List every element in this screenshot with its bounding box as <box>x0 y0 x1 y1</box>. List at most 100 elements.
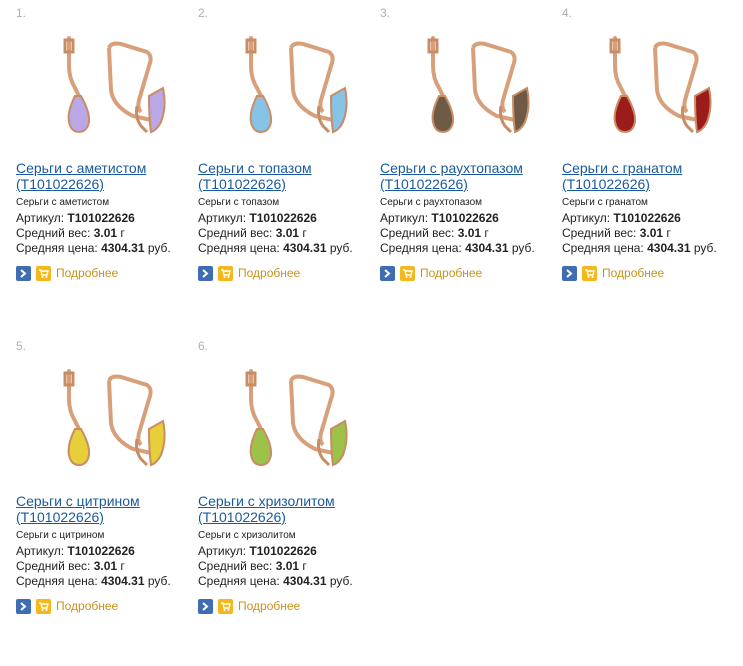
price-currency: руб. <box>329 574 353 588</box>
product-title: Серьги с аметистом <box>16 160 147 176</box>
product-title-link[interactable]: Серьги с аметистом (T101022626) <box>16 160 196 192</box>
card-actions: Подробнее <box>380 265 482 281</box>
weight-unit: г <box>484 226 489 240</box>
article-label: Артикул: <box>198 544 247 558</box>
cart-icon <box>39 268 49 278</box>
product-title-article: (T101022626) <box>16 176 104 192</box>
product-subtitle: Серьги с аметистом <box>16 197 110 208</box>
add-to-cart-button[interactable] <box>36 598 51 614</box>
details-arrow-button[interactable] <box>562 265 577 281</box>
add-to-cart-button[interactable] <box>400 265 415 281</box>
article-line: Артикул: T101022626 <box>198 544 317 558</box>
weight-unit: г <box>120 559 125 573</box>
price-currency: руб. <box>329 241 353 255</box>
weight-value: 3.01 <box>93 559 118 573</box>
add-to-cart-button[interactable] <box>36 265 51 281</box>
product-subtitle: Серьги с гранатом <box>562 197 648 208</box>
details-arrow-button[interactable] <box>198 598 213 614</box>
product-title-link[interactable]: Серьги с раухтопазом (T101022626) <box>380 160 560 192</box>
article-value: T101022626 <box>249 211 317 225</box>
price-value: 4304.31 <box>101 241 145 255</box>
card-actions: Подробнее <box>562 265 664 281</box>
weight-unit: г <box>120 226 125 240</box>
price-line: Средняя цена: 4304.31 руб. <box>562 241 717 255</box>
product-title: Серьги с топазом <box>198 160 312 176</box>
price-line: Средняя цена: 4304.31 руб. <box>380 241 535 255</box>
cart-icon <box>39 601 49 611</box>
article-line: Артикул: T101022626 <box>380 211 499 225</box>
earrings-photo[interactable] <box>211 26 371 146</box>
earrings-photo[interactable] <box>393 26 553 146</box>
more-link[interactable]: Подробнее <box>56 266 118 280</box>
earrings-photo[interactable] <box>211 359 371 479</box>
weight-line: Средний вес: 3.01 г <box>198 226 307 240</box>
cart-icon <box>403 268 413 278</box>
weight-line: Средний вес: 3.01 г <box>562 226 671 240</box>
price-currency: руб. <box>511 241 535 255</box>
details-arrow-button[interactable] <box>16 598 31 614</box>
chevron-right-icon <box>384 268 391 278</box>
weight-line: Средний вес: 3.01 г <box>380 226 489 240</box>
card-actions: Подробнее <box>198 265 300 281</box>
product-title-article: (T101022626) <box>198 509 286 525</box>
add-to-cart-button[interactable] <box>582 265 597 281</box>
product-title-link[interactable]: Серьги с цитрином (T101022626) <box>16 493 196 525</box>
add-to-cart-button[interactable] <box>218 598 233 614</box>
product-title-link[interactable]: Серьги с хризолитом (T101022626) <box>198 493 378 525</box>
weight-unit: г <box>666 226 671 240</box>
weight-line: Средний вес: 3.01 г <box>16 226 125 240</box>
price-line: Средняя цена: 4304.31 руб. <box>16 574 171 588</box>
item-number: 2. <box>198 6 209 20</box>
article-label: Артикул: <box>198 211 247 225</box>
earrings-photo[interactable] <box>575 26 735 146</box>
product-title: Серьги с гранатом <box>562 160 683 176</box>
price-value: 4304.31 <box>283 241 327 255</box>
more-link[interactable]: Подробнее <box>238 599 300 613</box>
price-label: Средняя цена: <box>562 241 644 255</box>
product-title-link[interactable]: Серьги с гранатом (T101022626) <box>562 160 742 192</box>
chevron-right-icon <box>566 268 573 278</box>
price-line: Средняя цена: 4304.31 руб. <box>16 241 171 255</box>
price-label: Средняя цена: <box>198 241 280 255</box>
price-value: 4304.31 <box>647 241 691 255</box>
product-subtitle: Серьги с хризолитом <box>198 530 296 541</box>
item-number: 4. <box>562 6 573 20</box>
article-value: T101022626 <box>431 211 499 225</box>
article-value: T101022626 <box>249 544 317 558</box>
weight-label: Средний вес: <box>16 559 91 573</box>
product-title-link[interactable]: Серьги с топазом (T101022626) <box>198 160 378 192</box>
card-actions: Подробнее <box>16 265 118 281</box>
price-value: 4304.31 <box>283 574 327 588</box>
add-to-cart-button[interactable] <box>218 265 233 281</box>
more-link[interactable]: Подробнее <box>420 266 482 280</box>
cart-icon <box>221 601 231 611</box>
weight-unit: г <box>302 226 307 240</box>
chevron-right-icon <box>202 601 209 611</box>
price-value: 4304.31 <box>465 241 509 255</box>
more-link[interactable]: Подробнее <box>56 599 118 613</box>
price-value: 4304.31 <box>101 574 145 588</box>
details-arrow-button[interactable] <box>16 265 31 281</box>
cart-icon <box>221 268 231 278</box>
more-link[interactable]: Подробнее <box>602 266 664 280</box>
product-title: Серьги с раухтопазом <box>380 160 523 176</box>
details-arrow-button[interactable] <box>380 265 395 281</box>
article-line: Артикул: T101022626 <box>198 211 317 225</box>
article-label: Артикул: <box>16 211 65 225</box>
product-grid: 1. Серьги с аметистом (T101022626) Серьг… <box>0 0 743 666</box>
more-link[interactable]: Подробнее <box>238 266 300 280</box>
earrings-photo[interactable] <box>29 26 189 146</box>
article-line: Артикул: T101022626 <box>562 211 681 225</box>
details-arrow-button[interactable] <box>198 265 213 281</box>
weight-value: 3.01 <box>93 226 118 240</box>
earrings-photo[interactable] <box>29 359 189 479</box>
chevron-right-icon <box>20 601 27 611</box>
item-number: 6. <box>198 339 209 353</box>
chevron-right-icon <box>20 268 27 278</box>
price-label: Средняя цена: <box>16 574 98 588</box>
product-title: Серьги с хризолитом <box>198 493 335 509</box>
product-title: Серьги с цитрином <box>16 493 140 509</box>
product-title-article: (T101022626) <box>562 176 650 192</box>
article-line: Артикул: T101022626 <box>16 211 135 225</box>
article-line: Артикул: T101022626 <box>16 544 135 558</box>
